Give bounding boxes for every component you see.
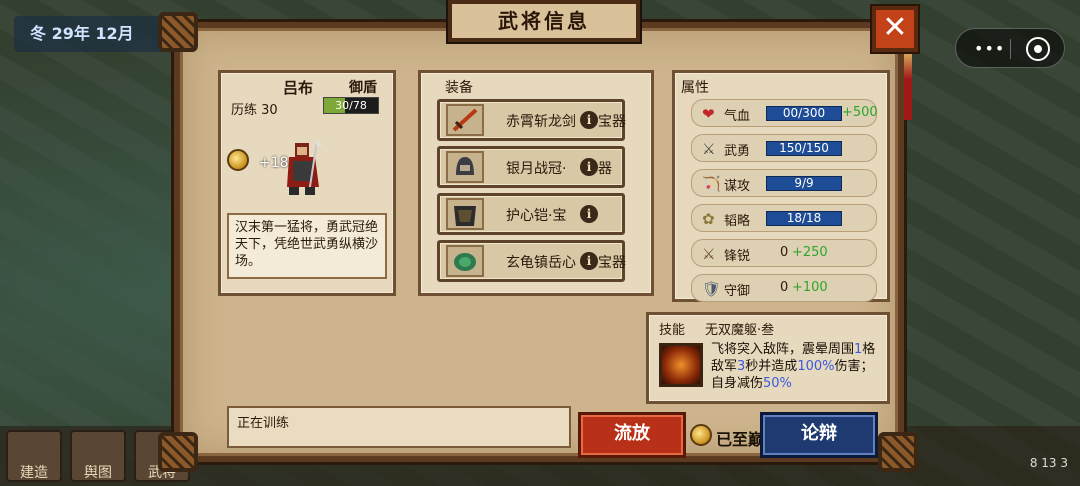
turtle-icon: [446, 245, 484, 277]
exit-icon[interactable]: [1026, 37, 1050, 61]
info-icon[interactable]: i: [580, 158, 598, 176]
build-button[interactable]: 建造: [6, 430, 62, 482]
equipment-title: 装备: [445, 80, 473, 96]
experience-bar: 30/78: [323, 97, 379, 114]
wheat-icon: ✿: [702, 210, 715, 228]
crossed-swords-icon: ⚔: [702, 140, 716, 158]
skill-number: 50%: [763, 376, 792, 391]
map-button[interactable]: 舆图: [70, 430, 126, 482]
tassel-ornament: [904, 52, 912, 120]
equipment-suffix: 器: [598, 161, 612, 177]
general-portrait: [287, 139, 323, 195]
bow-icon: 🏹: [702, 175, 721, 193]
equipment-slot-helmet[interactable]: 银月战冠· i 器: [437, 146, 625, 188]
attr-name: 守御: [724, 284, 751, 299]
info-icon[interactable]: i: [580, 252, 598, 270]
armor-icon: [446, 198, 484, 230]
training-status: 正在训练: [227, 406, 571, 448]
equipment-name: 玄龟镇岳心: [506, 255, 576, 271]
coin-icon: [227, 149, 249, 171]
coin-icon: [690, 424, 712, 446]
equipment-slot-accessory[interactable]: 玄龟镇岳心 i 宝器: [437, 240, 626, 282]
general-info-panel: 吕布 御盾 历练 30 30/78 +18 汉末第一猛将，勇武冠绝天下，凭绝世武…: [174, 22, 904, 462]
skill-description: 飞将突入敌阵，震晕周围1格敌军3秒并造成100%伤害；自身减伤50%: [711, 341, 879, 392]
attr-name: 锋锐: [724, 249, 751, 264]
attributes-title: 属性: [681, 80, 709, 96]
equipment-section: 装备 赤霄斩龙剑 i 宝器 银月战冠· i 器 护心铠·宝 i 玄龟镇岳心 i …: [418, 70, 654, 296]
attr-bar: 18/18: [766, 211, 842, 226]
attr-name: 武勇: [724, 144, 751, 159]
equipment-suffix: 宝器: [598, 255, 626, 271]
attr-name: 韬略: [724, 214, 751, 229]
skill-flame-icon[interactable]: [659, 343, 703, 387]
capsule-divider: [1010, 39, 1011, 59]
debate-button[interactable]: 论辩: [760, 412, 878, 458]
attr-bar: 9/9: [766, 176, 842, 191]
attr-row-tactics: ✿ 韬略 18/18: [691, 204, 877, 232]
attr-row-strategy: 🏹 谋攻 9/9: [691, 169, 877, 197]
sword-icon: ⚔: [702, 245, 716, 263]
clock: 8 13 3: [1029, 456, 1068, 470]
attr-name: 气血: [724, 109, 751, 124]
attr-row-sharpness: ⚔ 锋锐 0 +250: [691, 239, 877, 267]
exile-button[interactable]: 流放: [578, 412, 686, 458]
attr-name: 谋攻: [724, 179, 751, 194]
mini-program-capsule[interactable]: •••: [955, 28, 1065, 68]
attr-bonus: +500: [842, 105, 878, 120]
attributes-section: 属性 ❤ 气血 00/300 +500 ⚔ 武勇 150/150 🏹 谋攻 9/…: [672, 70, 890, 302]
equipment-slot-armor[interactable]: 护心铠·宝 i: [437, 193, 625, 235]
attr-value: 18/18: [786, 211, 822, 225]
skill-section: 技能 无双魔躯·叁 飞将突入敌阵，震晕周围1格敌军3秒并造成100%伤害；自身减…: [646, 312, 890, 404]
attr-value: 150/150: [779, 141, 829, 155]
skill-name: 无双魔躯·叁: [705, 323, 775, 338]
attr-value: 0: [780, 245, 789, 260]
corner-knot-ornament: [878, 432, 918, 472]
attr-bonus: +250: [792, 245, 828, 260]
general-card: 吕布 御盾 历练 30 30/78 +18 汉末第一猛将，勇武冠绝天下，凭绝世武…: [218, 70, 396, 296]
date-display: 冬 29年 12月: [14, 16, 166, 52]
attr-value: 9/9: [794, 176, 814, 190]
general-role: 御盾: [349, 80, 377, 96]
equipment-name: 护心铠·宝: [506, 208, 567, 224]
general-description: 汉末第一猛将，勇武冠绝天下，凭绝世武勇纵横沙场。: [227, 213, 387, 279]
equipment-name: 银月战冠·: [506, 161, 567, 177]
sword-icon: [446, 104, 484, 136]
attr-value: 0: [780, 280, 789, 295]
experience-text: 30/78: [335, 99, 367, 112]
equipment-suffix: 宝器: [598, 114, 626, 130]
info-icon[interactable]: i: [580, 205, 598, 223]
helmet-icon: [446, 151, 484, 183]
corner-knot-ornament: [158, 432, 198, 472]
attr-row-valor: ⚔ 武勇 150/150: [691, 134, 877, 162]
attr-bar: 150/150: [766, 141, 842, 156]
close-button[interactable]: ✕: [872, 6, 918, 52]
skill-text-part: 秒并造成: [745, 359, 798, 374]
more-icon[interactable]: •••: [974, 39, 1005, 58]
experience-label: 历练 30: [231, 103, 278, 118]
attr-bonus: +100: [792, 280, 828, 295]
skill-label: 技能: [659, 323, 686, 338]
corner-knot-ornament: [158, 12, 198, 52]
attr-bar: 00/300: [766, 106, 842, 121]
equipment-slot-weapon[interactable]: 赤霄斩龙剑 i 宝器: [437, 99, 626, 141]
heart-icon: ❤: [702, 105, 715, 123]
attr-row-hp: ❤ 气血 00/300 +500: [691, 99, 878, 127]
equipment-name: 赤霄斩龙剑: [506, 114, 576, 130]
shield-icon: 🛡: [702, 280, 722, 298]
attr-value: 00/300: [782, 106, 826, 120]
skill-number: 100%: [797, 359, 835, 374]
info-icon[interactable]: i: [580, 111, 598, 129]
attr-row-defense: 🛡 守御 0 +100: [691, 274, 877, 302]
skill-text-part: 飞将突入敌阵，震晕周围: [711, 342, 855, 357]
general-name: 吕布: [283, 79, 314, 97]
panel-title: 武将信息: [448, 0, 640, 42]
